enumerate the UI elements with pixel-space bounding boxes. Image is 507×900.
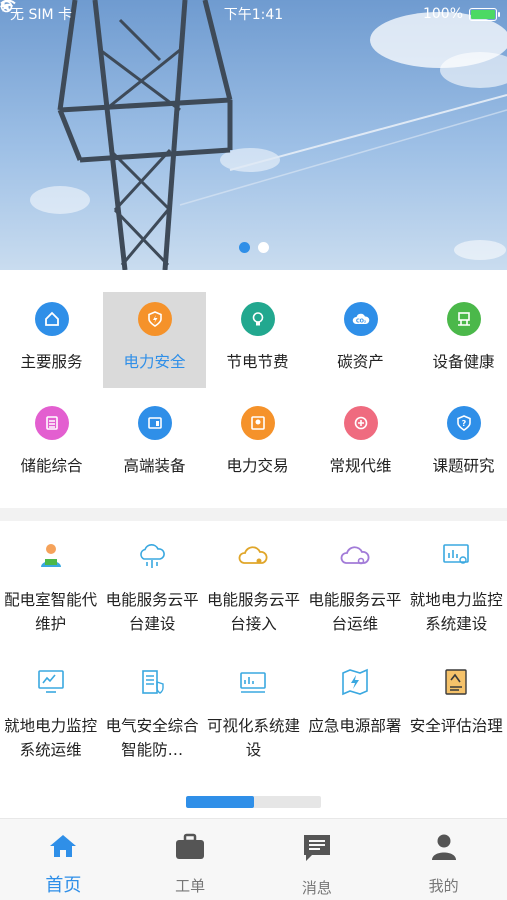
home-icon — [34, 302, 69, 336]
service-label: 配电室智能代维护 — [4, 591, 98, 633]
status-bar: 无 SIM 卡 下午1:41 100% — [0, 0, 507, 28]
service-grid: 配电室智能代维护 电能服务云平台建设 电能服务云平台接入 电能服务云平台运维 就地电力监… — [0, 540, 507, 762]
service-label: 应急电源部署 — [308, 717, 402, 735]
clock: 下午1:41 — [223, 7, 284, 23]
category-label: 储能综合 — [20, 457, 83, 475]
service-page-indicator — [186, 796, 321, 808]
worker-icon — [35, 540, 67, 572]
category-label: 碳资产 — [337, 353, 384, 371]
service-item[interactable]: 可视化系统建设 — [203, 666, 304, 762]
service-label: 电能服务云平台接入 — [206, 591, 300, 633]
transmission-tower-image — [30, 0, 507, 270]
service-label: 电气安全综合智能防… — [105, 717, 199, 759]
home-icon — [49, 833, 77, 863]
banner-dot-2[interactable] — [257, 242, 269, 253]
category-item[interactable]: 主要服务 — [0, 292, 103, 388]
cloud-gear-icon — [339, 540, 371, 572]
map-bolt-icon — [339, 666, 371, 698]
charging-bolt-icon — [0, 0, 8, 12]
battery-percent: 100% — [422, 6, 463, 22]
question-shield-icon: ? — [446, 406, 481, 440]
category-item[interactable]: 电力安全 — [103, 292, 206, 388]
category-label: 设备健康 — [432, 353, 495, 371]
category-item[interactable]: 电力交易 — [206, 396, 309, 492]
tab-briefcase[interactable]: 工单 — [127, 819, 254, 900]
category-item[interactable]: 常规代维 — [309, 396, 412, 492]
category-label: 常规代维 — [329, 457, 392, 475]
service-item[interactable]: 安全评估治理 — [406, 666, 507, 762]
service-label: 电能服务云平台运维 — [308, 591, 402, 633]
category-item[interactable]: 节电节费 — [206, 292, 309, 388]
svg-text:CO₂: CO₂ — [355, 319, 365, 325]
banner-carousel[interactable]: 无 SIM 卡 下午1:41 100% — [0, 0, 507, 270]
category-item[interactable]: 储能综合 — [0, 396, 103, 492]
monitor-gear-icon — [35, 666, 67, 698]
storage-icon — [34, 406, 69, 440]
service-item[interactable]: 电能服务云平台运维 — [304, 540, 405, 636]
user-icon — [430, 833, 458, 865]
dashboard-icon — [237, 666, 269, 698]
category-grid: 主要服务 电力安全 节电节费 CO₂ 碳资产 设备健康 储能综合 高端装备 电力交易 常规代维? 课… — [0, 292, 507, 492]
tab-home[interactable]: 首页 — [0, 819, 127, 900]
service-label: 可视化系统建设 — [206, 717, 300, 759]
category-label: 电力交易 — [226, 457, 289, 475]
service-item[interactable]: 电能服务云平台接入 — [203, 540, 304, 636]
service-item[interactable]: 电气安全综合智能防… — [101, 666, 202, 762]
category-item[interactable]: ? 课题研究 — [412, 396, 507, 492]
service-item[interactable]: 就地电力监控系统建设 — [406, 540, 507, 636]
tab-label: 工单 — [175, 877, 206, 895]
maintenance-icon — [343, 406, 378, 440]
service-item[interactable]: 配电室智能代维护 — [0, 540, 101, 636]
lightbulb-icon — [240, 302, 275, 336]
equipment-icon — [446, 302, 481, 336]
bottom-tab-bar: 首页 工单 消息 我的 — [0, 818, 507, 900]
tab-message[interactable]: 消息 — [254, 819, 381, 900]
section-divider — [0, 508, 507, 521]
tab-user[interactable]: 我的 — [380, 819, 507, 900]
category-label: 高端装备 — [123, 457, 186, 475]
service-item[interactable]: 就地电力监控系统运维 — [0, 666, 101, 762]
service-label: 就地电力监控系统建设 — [409, 591, 503, 633]
carrier-label: 无 SIM 卡 — [10, 7, 72, 23]
banner-pagination — [0, 242, 507, 253]
svg-text:?: ? — [461, 419, 466, 428]
cloud-network-icon — [136, 540, 168, 572]
battery-icon — [469, 7, 500, 21]
service-item[interactable]: 电能服务云平台建设 — [101, 540, 202, 636]
category-item[interactable]: CO₂ 碳资产 — [309, 292, 412, 388]
service-label: 电能服务云平台建设 — [105, 591, 199, 633]
service-label: 就地电力监控系统运维 — [4, 717, 98, 759]
category-label: 主要服务 — [20, 353, 83, 371]
cloud-link-icon — [237, 540, 269, 572]
tab-label: 首页 — [45, 875, 82, 896]
monitor-chart-icon — [440, 540, 472, 572]
tab-label: 消息 — [301, 879, 332, 897]
message-icon — [302, 833, 332, 867]
building-shield-icon — [136, 666, 168, 698]
device-icon — [137, 406, 172, 440]
briefcase-icon — [175, 833, 205, 865]
certificate-icon — [240, 406, 275, 440]
document-check-icon — [440, 666, 472, 698]
category-item[interactable]: 设备健康 — [412, 292, 507, 388]
category-label: 电力安全 — [123, 353, 186, 371]
category-item[interactable]: 高端装备 — [103, 396, 206, 492]
shield-bolt-icon — [137, 302, 172, 336]
service-item[interactable]: 应急电源部署 — [304, 666, 405, 762]
service-label: 安全评估治理 — [409, 717, 503, 735]
category-label: 节电节费 — [226, 353, 289, 371]
co2-cloud-icon: CO₂ — [343, 302, 378, 336]
category-label: 课题研究 — [432, 457, 495, 475]
banner-dot-1[interactable] — [238, 242, 250, 253]
tab-label: 我的 — [428, 877, 459, 895]
